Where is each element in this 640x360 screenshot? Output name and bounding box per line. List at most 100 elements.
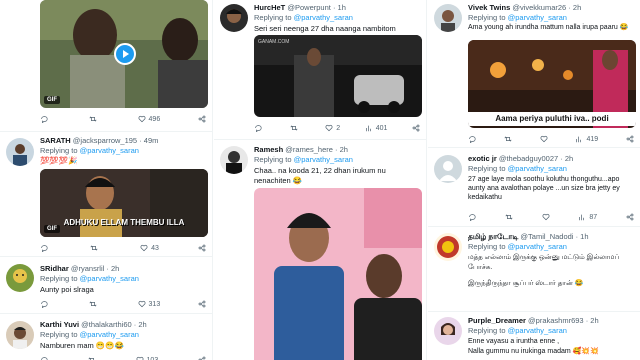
replying-to: Replying to @parvathy_saran — [468, 326, 567, 335]
like-action[interactable]: 103 — [136, 356, 158, 360]
avatar[interactable] — [6, 264, 34, 292]
like-action[interactable]: 43 — [140, 244, 159, 252]
avatar[interactable] — [220, 4, 248, 32]
retweet-action[interactable] — [89, 300, 100, 308]
share-action[interactable] — [412, 124, 420, 132]
timestamp[interactable]: · 2h — [586, 316, 599, 325]
tweet-card[interactable]: exotic jr @thebadguy0027 · 2h Replying t… — [428, 149, 640, 227]
avatar[interactable] — [6, 321, 34, 349]
reply-action[interactable] — [468, 135, 476, 143]
views-action[interactable]: 401 — [365, 124, 387, 132]
tweet-header: SARATH @jacksparrow_195 · 49m — [40, 136, 208, 145]
views-action[interactable]: 419 — [575, 135, 598, 143]
timestamp[interactable]: · 2h — [106, 264, 119, 273]
like-action[interactable] — [540, 135, 548, 143]
avatar[interactable] — [434, 317, 462, 345]
mention-link[interactable]: @parvathy_saran — [294, 13, 353, 22]
timestamp[interactable]: · 2h — [335, 145, 348, 154]
retweet-action[interactable] — [504, 135, 512, 143]
tweet-image[interactable]: Aama periya puluthi iva.. podi — [468, 40, 636, 128]
share-action[interactable] — [198, 115, 206, 123]
mention-link[interactable]: @parvathy_saran — [80, 146, 139, 155]
like-action[interactable]: 313 — [138, 300, 160, 308]
tweet-card[interactable]: தமிழ் நாடோடி @Tamil_Nadodi · 1h Replying… — [428, 228, 640, 312]
avatar[interactable] — [434, 4, 462, 32]
avatar-image — [434, 317, 462, 345]
display-name[interactable]: Purple_Dreamer — [468, 316, 526, 325]
tweet-card[interactable]: Karthi Yuvi @thalakarthi60 · 2h Replying… — [0, 315, 212, 360]
handle[interactable]: @thebadguy0027 — [499, 154, 558, 163]
mention-link[interactable]: @parvathy_saran — [508, 164, 567, 173]
timestamp[interactable]: · 1h — [333, 3, 346, 12]
tweet-card[interactable]: Ramesh @rames_here · 2h Replying to @par… — [214, 141, 426, 360]
reply-action[interactable] — [40, 300, 51, 308]
reply-action[interactable] — [468, 213, 476, 221]
reply-icon — [255, 125, 262, 132]
display-name[interactable]: தமிழ் நாடோடி — [468, 232, 518, 241]
tweet-card[interactable]: GIF 496 — [0, 0, 212, 132]
avatar[interactable] — [220, 146, 248, 174]
tweet-gif-media[interactable]: GIF — [40, 0, 208, 108]
display-name[interactable]: Karthi Yuvi — [40, 320, 79, 329]
avatar[interactable] — [434, 233, 462, 261]
handle[interactable]: @Tamil_Nadodi — [520, 232, 573, 241]
handle[interactable]: @rames_here — [285, 145, 333, 154]
share-action[interactable] — [198, 244, 206, 252]
retweet-action[interactable] — [290, 124, 301, 132]
timestamp[interactable]: · 1h — [576, 232, 589, 241]
retweet-action[interactable] — [88, 356, 96, 360]
tweet-card[interactable]: SARATH @jacksparrow_195 · 49m Replying t… — [0, 132, 212, 257]
timestamp[interactable]: · 2h — [560, 154, 573, 163]
retweet-action[interactable] — [89, 115, 100, 123]
handle[interactable]: @prakashmr693 — [528, 316, 584, 325]
timestamp[interactable]: · 2h — [134, 320, 147, 329]
like-action[interactable]: 496 — [138, 115, 160, 123]
reply-action[interactable] — [40, 244, 51, 252]
reply-action[interactable] — [254, 124, 265, 132]
like-action[interactable] — [542, 213, 550, 221]
display-name[interactable]: HurcHeT — [254, 3, 285, 12]
mention-link[interactable]: @parvathy_saran — [80, 274, 139, 283]
tweet-card[interactable]: HurcHeT @Powerpunt · 1h Replying to @par… — [214, 0, 426, 140]
tweet-card[interactable]: Vivek Twins @vivekkumar26 · 2h Replying … — [428, 0, 640, 148]
image-thumbnail — [254, 188, 422, 360]
tweet-card[interactable]: SRidhar @ryansrlil · 2h Replying to @par… — [0, 258, 212, 314]
retweet-action[interactable] — [90, 244, 101, 252]
avatar[interactable] — [6, 138, 34, 166]
display-name[interactable]: SRidhar — [40, 264, 69, 273]
mention-link[interactable]: @parvathy_saran — [508, 242, 567, 251]
gif-badge: GIF — [44, 225, 60, 233]
tweet-image[interactable] — [254, 188, 422, 360]
handle[interactable]: @vivekkumar26 — [512, 3, 566, 12]
share-action[interactable] — [626, 135, 634, 143]
timestamp[interactable]: · 2h — [568, 3, 581, 12]
mention-link[interactable]: @parvathy_saran — [508, 326, 567, 335]
play-button[interactable] — [114, 43, 136, 65]
retweet-action[interactable] — [505, 213, 513, 221]
tweet-text: Seri seri neenga 27 dha naanga nambitom — [254, 24, 396, 33]
display-name[interactable]: Vivek Twins — [468, 3, 510, 12]
tweet-text-line2: Nalla gummu nu irukinga madam 🥰💥💥 — [468, 348, 599, 355]
handle[interactable]: @jacksparrow_195 — [73, 136, 137, 145]
display-name[interactable]: Ramesh — [254, 145, 283, 154]
handle[interactable]: @Powerpunt — [287, 3, 330, 12]
display-name[interactable]: SARATH — [40, 136, 71, 145]
mention-link[interactable]: @parvathy_saran — [80, 330, 139, 339]
avatar[interactable] — [434, 155, 462, 183]
like-action[interactable]: 2 — [325, 124, 340, 132]
handle[interactable]: @ryansrlil — [71, 264, 104, 273]
timestamp[interactable]: · 49m — [139, 136, 158, 145]
share-action[interactable] — [198, 356, 206, 360]
reply-action[interactable] — [40, 115, 51, 123]
tweet-image[interactable]: GANAM.COM — [254, 35, 422, 117]
share-action[interactable] — [198, 300, 206, 308]
tweet-card[interactable]: Purple_Dreamer @prakashmr693 · 2h Replyi… — [428, 313, 640, 360]
handle[interactable]: @thalakarthi60 — [81, 320, 132, 329]
mention-link[interactable]: @parvathy_saran — [508, 13, 567, 22]
reply-action[interactable] — [40, 356, 48, 360]
share-action[interactable] — [626, 213, 634, 221]
mention-link[interactable]: @parvathy_saran — [294, 155, 353, 164]
tweet-gif-media[interactable]: ADHUKU ELLAM THEMBU ILLA GIF — [40, 169, 208, 237]
display-name[interactable]: exotic jr — [468, 154, 497, 163]
views-action[interactable]: 87 — [578, 213, 597, 221]
